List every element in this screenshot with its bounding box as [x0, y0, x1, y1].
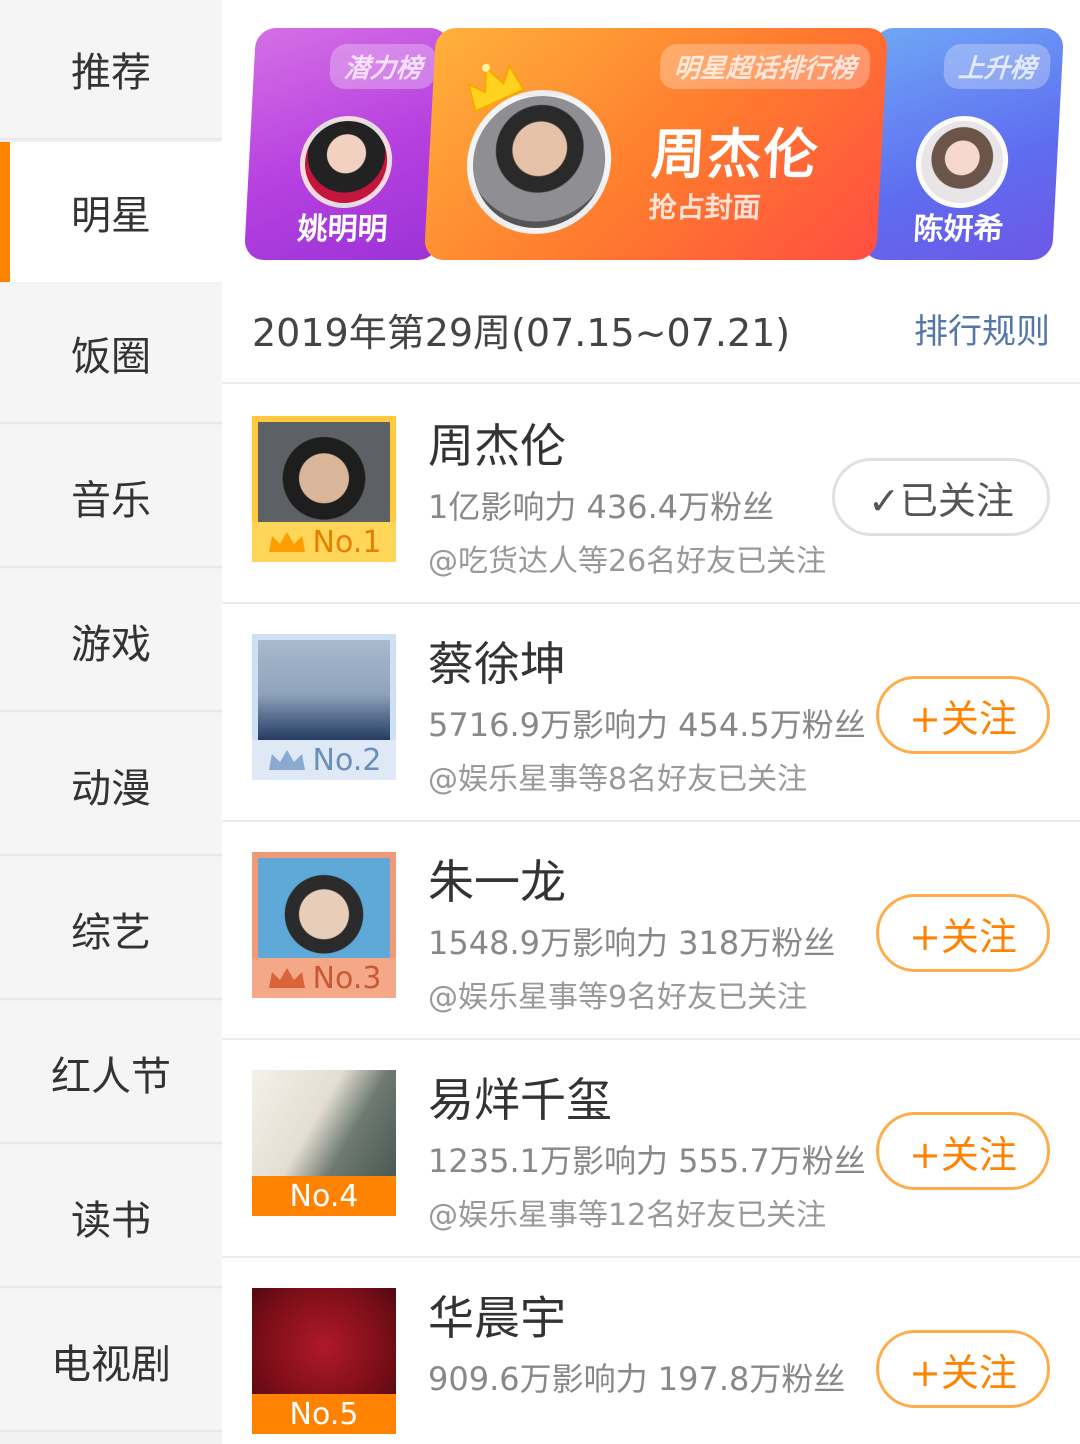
influence-stats: 1亿影响力 436.4万粉丝 — [428, 488, 775, 526]
sidebar-item-label: 推荐 — [71, 50, 151, 96]
ranking-row[interactable]: No.2 蔡徐坤 5716.9万影响力 454.5万粉丝 @娱乐星事等8名好友已… — [222, 604, 1080, 822]
sidebar-item-label: 电视剧 — [51, 1342, 171, 1388]
influence-stats: 909.6万影响力 197.8万粉丝 — [428, 1360, 846, 1398]
friends-following[interactable]: @娱乐星事等8名好友已关注 — [428, 754, 807, 798]
sidebar-item-label: 读书 — [71, 1198, 151, 1244]
crown-icon — [268, 750, 305, 770]
sidebar-item-recommend[interactable]: 推荐 — [0, 0, 222, 140]
follow-button[interactable]: +关注 — [876, 1112, 1050, 1190]
hero-subtitle: 抢占封面 — [647, 191, 762, 224]
star-thumbnail: No.2 — [252, 634, 396, 780]
ranking-row[interactable]: No.5 华晨宇 909.6万影响力 197.8万粉丝 +关注 — [222, 1258, 1080, 1444]
follow-button[interactable]: +关注 — [876, 676, 1050, 754]
hero-star-name: 周杰伦 — [649, 123, 822, 186]
star-thumbnail: No.1 — [252, 416, 396, 562]
ranking-row[interactable]: No.4 易烊千玺 1235.1万影响力 555.7万粉丝 @娱乐星事等12名好… — [222, 1040, 1080, 1258]
card-star-name: 姚明明 — [296, 212, 389, 247]
sidebar-item-stars[interactable]: 明星 — [0, 142, 222, 282]
influence-stats: 1548.9万影响力 318万粉丝 — [428, 924, 836, 962]
crown-icon — [268, 532, 305, 552]
sidebar-item-label: 综艺 — [71, 910, 151, 956]
influence-stats: 1235.1万影响力 555.7万粉丝 — [428, 1142, 866, 1180]
card-tag: 上升榜 — [942, 44, 1052, 89]
sidebar-item-games[interactable]: 游戏 — [0, 572, 222, 712]
star-thumbnail: No.5 — [252, 1288, 396, 1434]
main-content: 潜力榜 姚明明 上升榜 陈妍希 明星超话排行榜 周杰伦 抢占封面 2019年第2… — [222, 0, 1080, 1444]
rank-badge: No.2 — [252, 740, 396, 780]
ranking-banner: 潜力榜 姚明明 上升榜 陈妍希 明星超话排行榜 周杰伦 抢占封面 — [222, 0, 1080, 280]
rising-chart-card[interactable]: 上升榜 陈妍希 — [861, 28, 1065, 260]
star-name[interactable]: 易烊千玺 — [428, 1064, 612, 1130]
star-thumbnail: No.3 — [252, 852, 396, 998]
week-period-row: 2019年第29周(07.15~07.21) 排行规则 — [222, 280, 1080, 384]
ranking-row[interactable]: No.3 朱一龙 1548.9万影响力 318万粉丝 @娱乐星事等9名好友已关注… — [222, 822, 1080, 1040]
star-chart-card[interactable]: 明星超话排行榜 周杰伦 抢占封面 — [423, 28, 889, 260]
card-tag: 明星超话排行榜 — [658, 44, 872, 89]
category-sidebar: 推荐 明星 饭圈 音乐 游戏 动漫 综艺 红人节 读书 电视剧 — [0, 0, 222, 1444]
sidebar-item-reading[interactable]: 读书 — [0, 1148, 222, 1288]
sidebar-item-anime[interactable]: 动漫 — [0, 716, 222, 856]
sidebar-item-fandom[interactable]: 饭圈 — [0, 284, 222, 424]
sidebar-item-label: 音乐 — [71, 478, 151, 524]
follow-button[interactable]: +关注 — [876, 894, 1050, 972]
potential-chart-card[interactable]: 潜力榜 姚明明 — [243, 28, 451, 260]
week-period-label: 2019年第29周(07.15~07.21) — [252, 311, 791, 355]
avatar — [297, 116, 395, 208]
rank-number: No.4 — [289, 1178, 359, 1214]
rank-badge: No.3 — [252, 958, 396, 998]
rank-number: No.2 — [312, 742, 382, 778]
ranking-rules-link[interactable]: 排行规则 — [914, 304, 1050, 353]
sidebar-item-variety[interactable]: 综艺 — [0, 860, 222, 1000]
sidebar-item-influencer[interactable]: 红人节 — [0, 1004, 222, 1144]
ranking-row[interactable]: No.1 周杰伦 1亿影响力 436.4万粉丝 @吃货达人等26名好友已关注 ✓… — [222, 386, 1080, 604]
avatar — [913, 116, 1011, 208]
rank-badge: No.4 — [252, 1176, 396, 1216]
followed-button[interactable]: ✓已关注 — [832, 458, 1050, 536]
friends-following[interactable]: @娱乐星事等12名好友已关注 — [428, 1190, 826, 1234]
card-star-name: 陈妍希 — [912, 212, 1005, 247]
star-name[interactable]: 周杰伦 — [428, 410, 566, 476]
star-thumbnail: No.4 — [252, 1070, 396, 1216]
rank-badge: No.1 — [252, 522, 396, 562]
sidebar-item-label: 游戏 — [71, 622, 151, 668]
sidebar-item-label: 红人节 — [51, 1054, 171, 1100]
influence-stats: 5716.9万影响力 454.5万粉丝 — [428, 706, 866, 744]
sidebar-item-tv[interactable]: 电视剧 — [0, 1292, 222, 1432]
star-name[interactable]: 蔡徐坤 — [428, 628, 566, 694]
rank-number: No.3 — [312, 960, 382, 996]
sidebar-item-label: 饭圈 — [71, 334, 151, 380]
sidebar-item-music[interactable]: 音乐 — [0, 428, 222, 568]
card-tag: 潜力榜 — [328, 44, 438, 89]
sidebar-item-label: 动漫 — [71, 766, 151, 812]
follow-button[interactable]: +关注 — [876, 1330, 1050, 1408]
rank-number: No.5 — [289, 1396, 359, 1432]
rank-badge: No.5 — [252, 1394, 396, 1434]
star-name[interactable]: 朱一龙 — [428, 846, 566, 912]
friends-following[interactable]: @吃货达人等26名好友已关注 — [428, 536, 826, 580]
rank-number: No.1 — [312, 524, 382, 560]
star-name[interactable]: 华晨宇 — [428, 1282, 566, 1348]
sidebar-item-label: 明星 — [71, 193, 151, 239]
friends-following[interactable]: @娱乐星事等9名好友已关注 — [428, 972, 807, 1016]
crown-icon — [268, 968, 305, 988]
